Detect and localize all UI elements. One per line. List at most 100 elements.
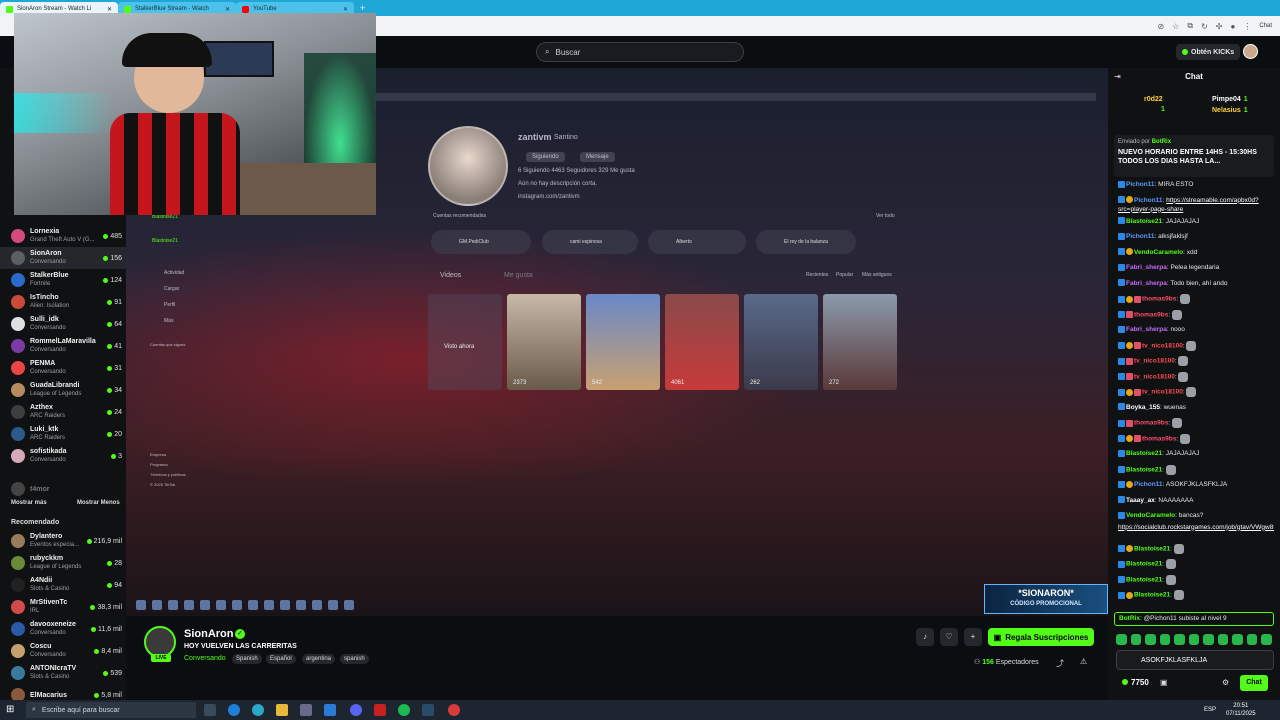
keyboard-language[interactable]: ESP <box>1204 707 1216 713</box>
windows-start-icon[interactable]: ⊞ <box>6 704 18 716</box>
chat-username[interactable]: Pichon11 <box>1134 197 1163 204</box>
chat-username[interactable]: Blastoise21 <box>1126 466 1162 473</box>
puzzle-icon[interactable]: ✣ <box>1216 22 1223 31</box>
stream-tag[interactable]: Español <box>266 654 296 664</box>
chat-username[interactable]: Taaay_ax <box>1126 497 1155 504</box>
menu-dots-icon[interactable]: ⋮ <box>1243 22 1251 31</box>
chat-message-input[interactable]: ASOKFJKLASFKLJA <box>1116 650 1274 670</box>
sidebar-item-offline[interactable]: t4mor <box>0 478 126 500</box>
chat-message-link[interactable]: https://socialclub.rockstargames.com/job… <box>1118 523 1274 532</box>
chat-username[interactable]: thomas9bs <box>1134 420 1168 427</box>
user-avatar[interactable] <box>1243 44 1258 59</box>
search-input[interactable]: ⌕ Buscar <box>536 42 744 62</box>
sidebar-channel-item[interactable]: davooxeneize Conversando 11,6 mil <box>0 618 126 640</box>
stream-tag[interactable]: Spanish <box>232 654 262 664</box>
chat-username[interactable]: Pichon11 <box>1134 481 1163 488</box>
chat-send-button[interactable]: Chat <box>1240 675 1268 691</box>
stream-category[interactable]: Conversando <box>184 655 226 662</box>
stream-tag[interactable]: spanish <box>340 654 369 664</box>
chat-username[interactable]: Boyka_155 <box>1126 404 1160 411</box>
sidebar-channel-item[interactable]: SionAron Conversando 156 <box>0 247 126 269</box>
share-icon[interactable]: ⤴ <box>1056 658 1064 669</box>
close-tab-icon[interactable]: ✕ <box>343 6 348 13</box>
refresh-icon[interactable]: ↻ <box>1201 22 1208 31</box>
chat-username[interactable]: Blastoise21 <box>1134 545 1170 552</box>
chat-username[interactable]: Fabri_sherpa <box>1126 264 1167 271</box>
sidebar-channel-item[interactable]: IsTincho Alien: Isolation 91 <box>0 291 126 313</box>
store-icon[interactable] <box>300 704 312 716</box>
sidebar-channel-item[interactable]: StalkerBlue Fortnite 124 <box>0 269 126 291</box>
chat-username[interactable]: Pichon11 <box>1126 233 1155 240</box>
chat-username[interactable]: tv_nico18100 <box>1142 389 1183 396</box>
chat-username[interactable]: tv_nico18100 <box>1142 342 1183 349</box>
streamer-name[interactable]: SionAron <box>184 628 234 640</box>
chat-username[interactable]: thomas9bs <box>1142 435 1176 442</box>
sidebar-channel-item[interactable]: Dylantero Eventos especia... 216,9 mil <box>0 530 126 552</box>
system-clock[interactable]: 20:51 07/11/2025 <box>1226 702 1256 718</box>
windows-search-box[interactable]: ⌕ Escribe aquí para buscar <box>26 702 196 718</box>
bookmark-star-icon[interactable]: ☆ <box>1172 22 1179 31</box>
quick-emote-row[interactable] <box>1116 634 1273 646</box>
chat-username[interactable]: thomas9bs <box>1134 311 1168 318</box>
sidebar-channel-item[interactable]: rubyckkm League of Legends 28 <box>0 552 126 574</box>
sidebar-channel-item[interactable]: ANTONIcraTV Slots & Casino 539 <box>0 662 126 684</box>
sidebar-channel-item[interactable]: Azthex ARC Raiders 24 <box>0 401 126 423</box>
chat-link-text[interactable]: https://socialclub.rockstargames.com/job… <box>1118 524 1274 531</box>
chat-username[interactable]: tv_nico18100 <box>1134 373 1175 380</box>
stream-tag[interactable]: argentina <box>302 654 336 664</box>
sidebar-channel-item[interactable]: ElMacarius 5,8 mil <box>0 684 126 700</box>
edge-icon[interactable] <box>228 704 240 716</box>
channel-points[interactable]: 7750 <box>1122 678 1149 687</box>
obs-icon[interactable] <box>448 704 460 716</box>
youtube-app-icon[interactable] <box>374 704 386 716</box>
show-less-link[interactable]: Mostrar Menos <box>77 500 120 506</box>
get-kicks-button[interactable]: Obtén KICKs <box>1176 44 1241 60</box>
sidebar-channel-item[interactable]: sofistikada Conversando 3 <box>0 445 126 467</box>
chat-username[interactable]: Blastoise21 <box>1126 218 1162 225</box>
chat-gift-icon[interactable]: ▣ <box>1160 678 1168 687</box>
sidebar-channel-item[interactable]: GuadaLibrandi League of Legends 34 <box>0 379 126 401</box>
steam-icon[interactable] <box>422 704 434 716</box>
chat-username[interactable]: Pichon11 <box>1126 181 1155 188</box>
report-icon[interactable]: ⚠ <box>1080 657 1087 666</box>
chat-username[interactable]: Blastoise21 <box>1134 592 1170 599</box>
avatar <box>11 578 25 592</box>
close-tab-icon[interactable]: ✕ <box>225 6 230 13</box>
notification-bell-icon[interactable]: ♪ <box>916 628 934 646</box>
sidebar-channel-item[interactable]: RommelLaMaravilla Conversando 41 <box>0 335 126 357</box>
profile-icon[interactable]: ● <box>1230 22 1235 31</box>
sidebar-channel-item[interactable]: MrStivenTc IRL 38,3 mil <box>0 596 126 618</box>
chat-username[interactable]: Fabri_sherpa <box>1126 326 1167 333</box>
chat-username[interactable]: tv_nico18100 <box>1134 358 1175 365</box>
split-view-icon[interactable]: ⧉ <box>1187 21 1193 31</box>
close-tab-icon[interactable]: ✕ <box>107 6 112 13</box>
show-more-link[interactable]: Mostrar más <box>11 500 47 506</box>
chat-username[interactable]: thomas9bs <box>1142 296 1176 303</box>
sidebar-channel-item[interactable]: PENMA Conversando 31 <box>0 357 126 379</box>
chat-username[interactable]: Fabri_sherpa <box>1126 280 1167 287</box>
sidebar-channel-item[interactable]: Luki_ktk ARC Raiders 20 <box>0 423 126 445</box>
gift-subs-button[interactable]: ▣ Regala Suscripciones <box>988 628 1094 646</box>
chat-username[interactable]: VendoCaramelo <box>1134 249 1183 256</box>
chat-username[interactable]: VendoCaramelo <box>1126 512 1175 519</box>
mail-icon[interactable] <box>324 704 336 716</box>
gift-icon[interactable]: + <box>964 628 982 646</box>
sidebar-channel-item[interactable]: Coscu Conversando 8,4 mil <box>0 640 126 662</box>
new-tab-icon[interactable]: + <box>360 3 365 13</box>
pinned-message[interactable]: Enviado por BotRix NUEVO HORARIO ENTRE 1… <box>1114 135 1274 177</box>
copilot-chat-button[interactable]: Chat <box>1259 23 1272 29</box>
edge-beta-icon[interactable] <box>252 704 264 716</box>
follow-heart-icon[interactable]: ♡ <box>940 628 958 646</box>
chat-username[interactable]: Blastoise21 <box>1126 576 1162 583</box>
chat-username[interactable]: Blastoise21 <box>1126 450 1162 457</box>
sidebar-channel-item[interactable]: Sulli_idk Conversando 64 <box>0 313 126 335</box>
file-explorer-icon[interactable] <box>276 704 288 716</box>
discord-icon[interactable] <box>350 704 362 716</box>
sidebar-channel-item[interactable]: A4Ndii Slots & Casino 94 <box>0 574 126 596</box>
spotify-icon[interactable] <box>398 704 410 716</box>
extensions-icon[interactable]: ⊘ <box>1157 22 1164 31</box>
sidebar-channel-item[interactable]: Lornexia Grand Theft Auto V (G... 485 <box>0 225 126 247</box>
task-view-icon[interactable] <box>204 704 216 716</box>
chat-settings-icon[interactable]: ⚙ <box>1222 678 1229 687</box>
chat-username[interactable]: Blastoise21 <box>1126 561 1162 568</box>
